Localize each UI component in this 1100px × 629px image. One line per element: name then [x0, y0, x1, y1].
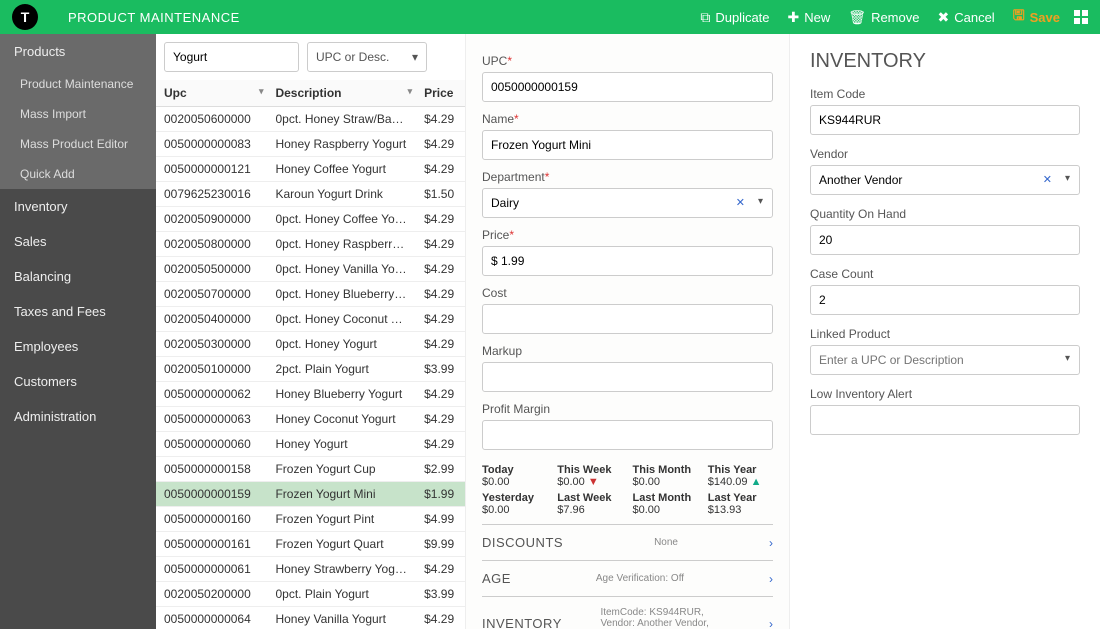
table-row[interactable]: 0050000000062Honey Blueberry Yogurt$4.29 — [156, 382, 465, 407]
table-row[interactable]: 00200504000000pct. Honey Coconut Yo...$4… — [156, 307, 465, 332]
save-icon: 🖫 — [1013, 5, 1025, 29]
cost-field[interactable] — [482, 304, 773, 334]
chevron-right-icon: › — [769, 572, 773, 586]
name-field[interactable] — [482, 130, 773, 160]
upc-field[interactable] — [482, 72, 773, 102]
table-row[interactable]: 00200507000000pct. Honey Blueberry Y...$… — [156, 282, 465, 307]
cancel-button[interactable]: ✖Cancel — [937, 9, 994, 26]
plus-icon: ✚ — [788, 9, 800, 26]
vendor-dropdown[interactable] — [810, 165, 1080, 195]
topbar: T PRODUCT MAINTENANCE ⧉Duplicate ✚New 🗑R… — [0, 0, 1100, 34]
inventory-title: INVENTORY — [810, 50, 1080, 73]
chevron-down-icon[interactable]: ▾ — [758, 196, 763, 207]
quantity-field[interactable] — [810, 225, 1080, 255]
nav-inventory[interactable]: Inventory — [0, 189, 156, 224]
chevron-right-icon: › — [769, 617, 773, 629]
table-row[interactable]: 0050000000121Honey Coffee Yogurt$4.29 — [156, 157, 465, 182]
table-row[interactable]: 0079625230016Karoun Yogurt Drink$1.50 — [156, 182, 465, 207]
clear-icon[interactable]: ✕ — [1043, 173, 1052, 186]
close-icon: ✖ — [937, 9, 949, 26]
product-detail: UPC* Name* Department* ✕ ▾ Price* Cost M… — [466, 34, 790, 629]
new-button[interactable]: ✚New — [788, 9, 831, 26]
sort-icon: ▾ — [408, 86, 413, 97]
nav-sales[interactable]: Sales — [0, 224, 156, 259]
low-alert-field[interactable] — [810, 405, 1080, 435]
table-row[interactable]: 0050000000158Frozen Yogurt Cup$2.99 — [156, 457, 465, 482]
table-row[interactable]: 0050000000160Frozen Yogurt Pint$4.99 — [156, 507, 465, 532]
table-row[interactable]: 00200501000002pct. Plain Yogurt$3.99 — [156, 357, 465, 382]
nav-product-maintenance[interactable]: Product Maintenance — [0, 69, 156, 99]
page-title: PRODUCT MAINTENANCE — [68, 10, 240, 25]
nav-products[interactable]: Products — [0, 34, 156, 69]
linked-product-dropdown[interactable] — [810, 345, 1080, 375]
sidebar: Products Product Maintenance Mass Import… — [0, 34, 156, 629]
nav-taxes[interactable]: Taxes and Fees — [0, 294, 156, 329]
copy-icon: ⧉ — [700, 9, 710, 26]
save-button[interactable]: 🖫Save — [1013, 5, 1060, 29]
table-row[interactable]: 0050000000060Honey Yogurt$4.29 — [156, 432, 465, 457]
table-row[interactable]: 00200505000000pct. Honey Vanilla Yogurt$… — [156, 257, 465, 282]
table-row[interactable]: 00200502000000pct. Plain Yogurt$3.99 — [156, 582, 465, 607]
table-row[interactable]: 0050000000161Frozen Yogurt Quart$9.99 — [156, 532, 465, 557]
inventory-panel: INVENTORY Item Code Vendor ✕ ▾ Quantity … — [790, 34, 1100, 629]
clear-icon[interactable]: ✕ — [736, 196, 745, 209]
panel-inventory[interactable]: INVENTORY ItemCode: KS944RUR, Vendor: An… — [482, 597, 773, 629]
remove-button[interactable]: 🗑Remove — [848, 9, 919, 26]
table-row[interactable]: 0050000000064Honey Vanilla Yogurt$4.29 — [156, 607, 465, 629]
department-dropdown[interactable] — [482, 188, 773, 218]
case-count-field[interactable] — [810, 285, 1080, 315]
panel-discounts[interactable]: DISCOUNTS None › — [482, 525, 773, 561]
col-description[interactable]: Description▾ — [267, 80, 416, 107]
nav-employees[interactable]: Employees — [0, 329, 156, 364]
table-row[interactable]: 00200506000000pct. Honey Straw/Ban ...$4… — [156, 107, 465, 132]
margin-field[interactable] — [482, 420, 773, 450]
app-logo: T — [12, 4, 38, 30]
table-row[interactable]: 00200503000000pct. Honey Yogurt$4.29 — [156, 332, 465, 357]
sales-stats: Today$0.00 This Week$0.00 ▼ This Month$0… — [482, 464, 773, 525]
apps-icon[interactable] — [1074, 10, 1088, 24]
table-row[interactable]: 0050000000159Frozen Yogurt Mini$1.99 — [156, 482, 465, 507]
table-row[interactable]: 00200508000000pct. Honey Raspberry ...$4… — [156, 232, 465, 257]
search-by-dropdown[interactable]: UPC or Desc.▾ — [307, 42, 427, 72]
nav-mass-editor[interactable]: Mass Product Editor — [0, 129, 156, 159]
nav-quick-add[interactable]: Quick Add — [0, 159, 156, 189]
chevron-right-icon: › — [769, 536, 773, 550]
table-row[interactable]: 0050000000061Honey Strawberry Yogurt$4.2… — [156, 557, 465, 582]
chevron-down-icon: ▾ — [412, 50, 418, 64]
nav-administration[interactable]: Administration — [0, 399, 156, 434]
table-row[interactable]: 0050000000063Honey Coconut Yogurt$4.29 — [156, 407, 465, 432]
trend-up-icon: ▲ — [751, 476, 762, 488]
nav-balancing[interactable]: Balancing — [0, 259, 156, 294]
chevron-down-icon[interactable]: ▾ — [1065, 173, 1070, 184]
chevron-down-icon[interactable]: ▾ — [1065, 353, 1070, 364]
nav-mass-import[interactable]: Mass Import — [0, 99, 156, 129]
table-row[interactable]: 0050000000083Honey Raspberry Yogurt$4.29 — [156, 132, 465, 157]
product-grid: UPC or Desc.▾ Upc▾ Description▾ Price 00… — [156, 34, 466, 629]
trash-icon: 🗑 — [848, 9, 866, 26]
markup-field[interactable] — [482, 362, 773, 392]
search-input[interactable] — [164, 42, 299, 72]
table-row[interactable]: 00200509000000pct. Honey Coffee Yogurt$4… — [156, 207, 465, 232]
price-field[interactable] — [482, 246, 773, 276]
col-upc[interactable]: Upc▾ — [156, 80, 267, 107]
item-code-field[interactable] — [810, 105, 1080, 135]
trend-down-icon: ▼ — [588, 476, 599, 488]
sort-icon: ▾ — [259, 86, 264, 97]
nav-customers[interactable]: Customers — [0, 364, 156, 399]
duplicate-button[interactable]: ⧉Duplicate — [700, 9, 769, 26]
panel-age[interactable]: AGE Age Verification: Off › — [482, 561, 773, 597]
col-price[interactable]: Price — [416, 80, 465, 107]
